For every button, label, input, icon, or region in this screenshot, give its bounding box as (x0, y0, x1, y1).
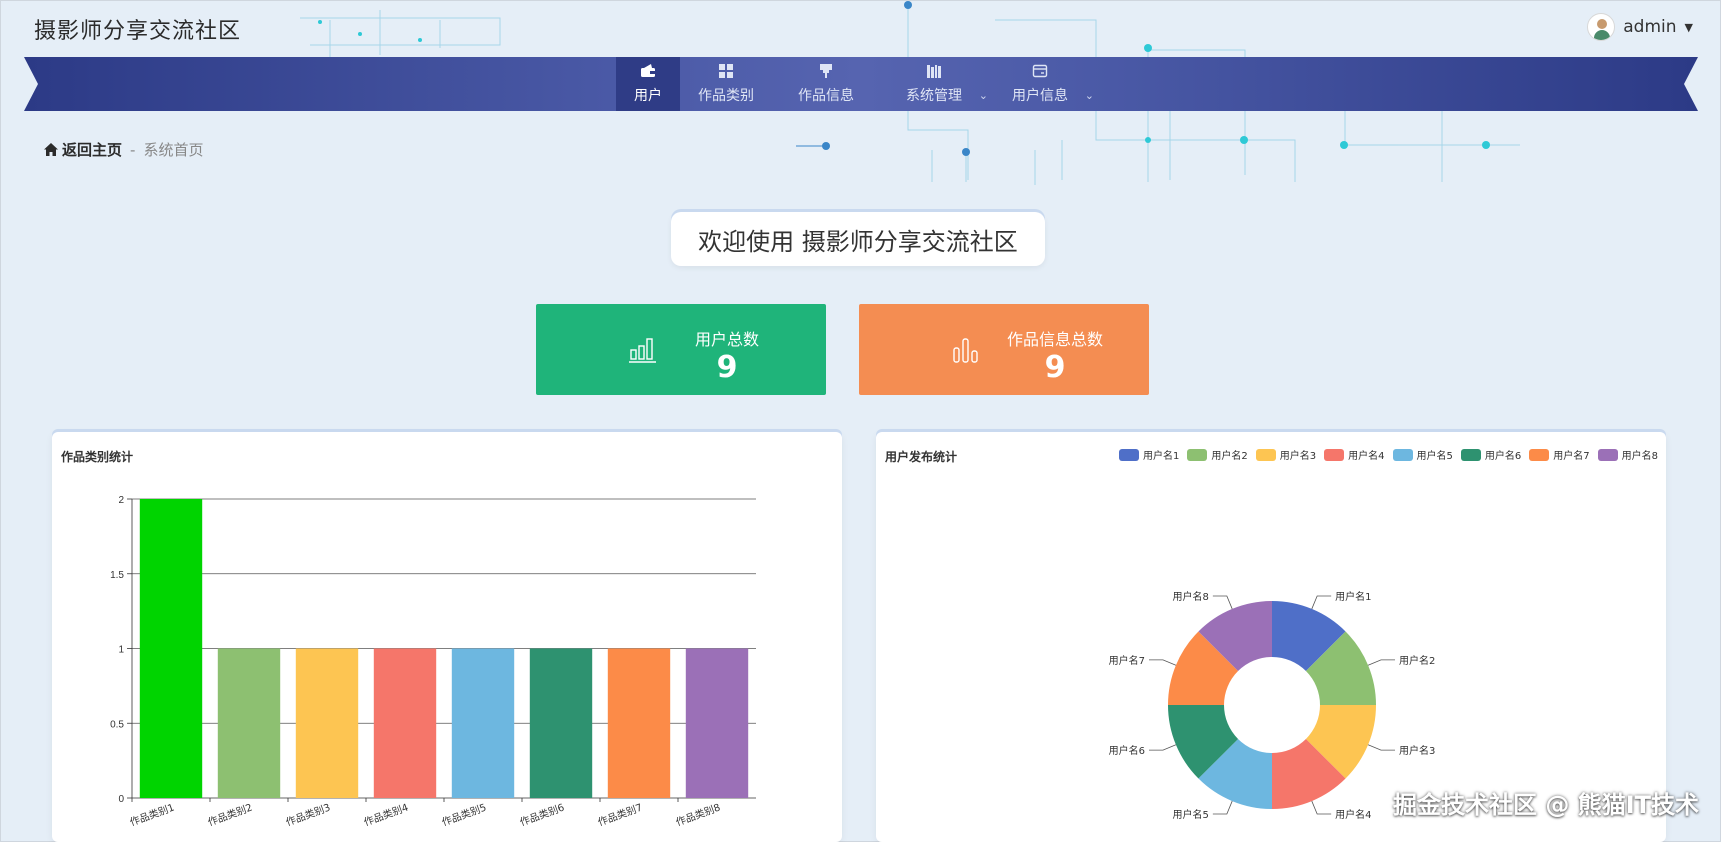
slice-label: 用户名6 (1109, 744, 1145, 757)
user-publish-chart-panel: 用户发布统计 用户名1 用户名2 用户名3 用户名4 用户名5 用户名6 用户名7 用户名8 … (876, 432, 1666, 842)
nav-label: 用户 (634, 88, 662, 104)
slice-label: 用户名8 (1172, 590, 1208, 603)
slice-label: 用户名2 (1399, 654, 1435, 667)
bar (529, 648, 593, 798)
nav-label: 作品类别 (698, 88, 754, 104)
grid-icon (719, 64, 733, 78)
top-bar: 摄影师分享交流社区 admin ▼ (0, 0, 1721, 56)
bar-chart: 0 0.5 1 1.5 2 作品类别1 作品类别2 作品类别3 作品类别4 作品类别5 作品类别6 作… (110, 495, 756, 829)
label-line (1148, 659, 1177, 666)
watermark: 掘金技术社区 @ 熊猫IT技术 (1392, 791, 1699, 819)
bar-chart-icon (629, 338, 656, 363)
site-title: 摄影师分享交流社区 (34, 19, 242, 44)
label-line (1367, 659, 1396, 666)
x-tick-label: 作品类别2 (206, 801, 254, 829)
user-menu[interactable]: admin ▼ (1587, 13, 1693, 41)
breadcrumb-home[interactable]: 返回主页 (44, 139, 122, 160)
nav-item-categories[interactable]: 作品类别 (680, 57, 772, 111)
nav-item-user-info[interactable]: 用户信息 ⌄ (992, 57, 1098, 111)
y-tick-label: 0.5 (110, 719, 124, 730)
stat-label: 用户总数 (694, 330, 759, 349)
x-tick-label: 作品类别1 (128, 801, 176, 829)
stat-value: 9 (1044, 350, 1066, 385)
category-chart-panel: 作品类别统计 0 0.5 1 1.5 2 作品类别1 作品类别2 作品类别3 作品类别4 作品类别… (52, 432, 842, 842)
stat-label: 作品信息总数 (1006, 330, 1103, 349)
avatar[interactable] (1587, 13, 1616, 41)
y-tick-label: 1 (118, 645, 124, 656)
nav-label: 系统管理 (906, 88, 962, 104)
x-tick-label: 作品类别3 (284, 801, 332, 829)
main-nav: 用户 作品类别 作品信息 系统管理 ⌄ 用户信息 ⌄ (616, 57, 1098, 111)
column-chart-icon (953, 338, 978, 363)
y-tick-label: 2 (118, 495, 124, 506)
nav-item-works[interactable]: 作品信息 (772, 57, 880, 111)
slice-label: 用户名3 (1399, 744, 1435, 757)
x-tick-label: 作品类别5 (440, 801, 488, 829)
stat-card-users[interactable]: 用户总数 9 (536, 304, 826, 395)
bar (217, 648, 281, 798)
books-icon (927, 65, 941, 78)
caret-down-icon[interactable]: ▼ (1685, 21, 1693, 34)
home-icon (44, 143, 58, 156)
breadcrumb-current: 系统首页 (143, 141, 204, 159)
stat-card-works[interactable]: 作品信息总数 9 (859, 304, 1149, 395)
x-tick-label: 作品类别6 (518, 801, 566, 829)
label-line (1311, 800, 1332, 815)
nav-label: 用户信息 (1012, 88, 1068, 104)
welcome-text: 欢迎使用 摄影师分享交流社区 (698, 227, 1018, 256)
x-tick-label: 作品类别7 (596, 801, 644, 829)
nav-item-system[interactable]: 系统管理 ⌄ (880, 57, 992, 111)
stat-value: 9 (716, 350, 738, 385)
chevron-down-icon[interactable]: ⌄ (1085, 89, 1094, 102)
label-line (1148, 744, 1177, 751)
nav-item-users[interactable]: 用户 (616, 57, 680, 111)
label-line (1311, 595, 1332, 610)
bar (139, 499, 203, 798)
y-tick-label: 1.5 (110, 570, 124, 581)
slice-label: 用户名7 (1109, 654, 1145, 667)
donut-chart: 用户名1 用户名2 用户名3 用户名4 用户名5 用户名6 用户名7 用户名8 (1109, 590, 1436, 821)
label-line (1367, 744, 1396, 751)
brush-icon (820, 64, 832, 78)
username[interactable]: admin (1623, 17, 1676, 37)
bar (685, 648, 749, 798)
bar (295, 648, 359, 798)
bar (607, 648, 671, 798)
breadcrumb-separator: - (130, 140, 136, 159)
bar (451, 648, 515, 798)
slice-label: 用户名5 (1172, 808, 1208, 821)
y-tick-label: 0 (118, 794, 124, 805)
breadcrumb-home-label[interactable]: 返回主页 (62, 139, 122, 160)
bar (373, 648, 437, 798)
x-tick-label: 作品类别4 (362, 801, 410, 829)
slice-label: 用户名1 (1335, 590, 1371, 603)
card-icon (1032, 64, 1048, 78)
breadcrumb: 返回主页 - 系统首页 (44, 139, 203, 160)
slice-label: 用户名4 (1335, 808, 1371, 821)
nav-label: 作品信息 (798, 88, 854, 104)
label-line (1212, 595, 1233, 610)
x-tick-label: 作品类别8 (674, 801, 722, 829)
label-line (1212, 800, 1233, 815)
chevron-down-icon[interactable]: ⌄ (979, 89, 988, 102)
welcome-banner: 欢迎使用 摄影师分享交流社区 (671, 212, 1045, 266)
wallet-icon (641, 64, 655, 77)
